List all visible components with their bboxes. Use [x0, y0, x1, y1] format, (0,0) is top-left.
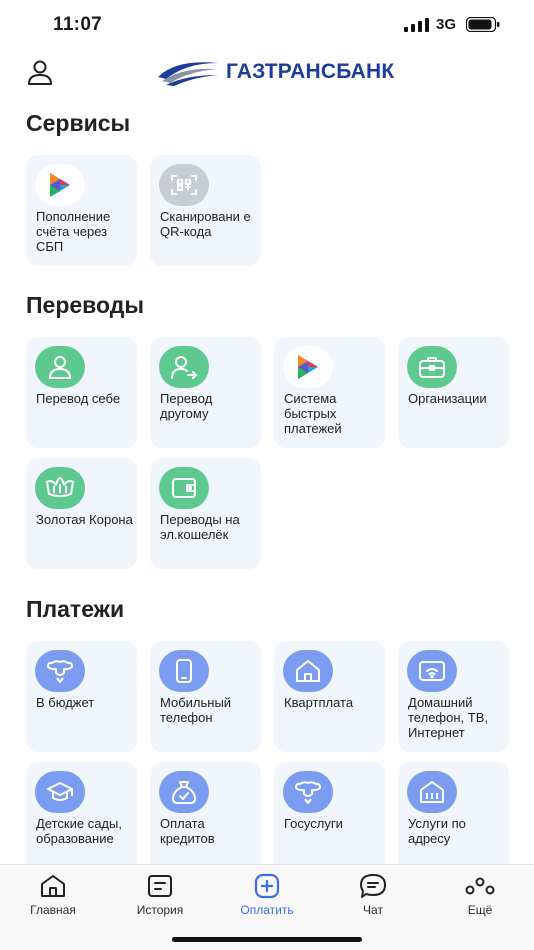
service-tile-sbp-topup[interactable]: Пополнение счёта через СБП — [26, 155, 137, 266]
status-time: 11:07 — [53, 14, 103, 35]
tile-label: Домашний телефон, ТВ, Интернет — [408, 695, 488, 740]
tab-pay[interactable]: Оплатить — [222, 873, 312, 917]
tab-history[interactable]: История — [115, 873, 205, 917]
payment-tile-rent[interactable]: Квартплата — [274, 641, 385, 752]
crown-icon — [35, 467, 85, 509]
router-icon — [407, 650, 457, 692]
tile-label: Мобильный телефон — [160, 695, 232, 725]
tile-label: В бюджет — [36, 695, 95, 710]
status-bar: 11:07 3G — [0, 0, 534, 50]
payment-tile-mobile[interactable]: Мобильный телефон — [150, 641, 261, 752]
sbp-icon — [283, 346, 333, 388]
tile-label: Переводы на эл.кошелёк — [160, 512, 240, 542]
transfer-tile-organizations[interactable]: Организации — [398, 337, 509, 448]
chat-icon — [360, 874, 386, 898]
tile-label: Детские сады, образование — [36, 816, 122, 846]
briefcase-icon — [407, 346, 457, 388]
payment-tile-budget[interactable]: В бюджет — [26, 641, 137, 752]
service-tile-qr-scan[interactable]: Сканировани е QR-кода — [150, 155, 261, 266]
sbp-icon — [35, 164, 85, 206]
tile-label: Госуслуги — [284, 816, 343, 831]
tile-label: Сканировани е QR-кода — [160, 209, 251, 239]
network-type: 3G — [436, 16, 457, 33]
logo-swoosh-icon — [158, 62, 218, 86]
tile-label: Перевод другому — [160, 391, 213, 421]
plus-square-icon — [254, 873, 280, 899]
money-bag-icon — [159, 771, 209, 813]
tile-label: Услуги по адресу — [408, 816, 466, 846]
tile-label: Система быстрых платежей — [284, 391, 342, 436]
logo-text: ГАЗТРАНСБАНК — [226, 60, 395, 83]
tab-label: Оплатить — [240, 903, 294, 917]
tab-label: Чат — [363, 903, 383, 917]
tab-label: Ещё — [467, 903, 493, 917]
graduation-cap-icon — [35, 771, 85, 813]
battery-icon — [466, 17, 500, 32]
qr-scan-icon — [159, 164, 209, 206]
tab-home[interactable]: Главная — [8, 873, 98, 917]
tile-label: Квартплата — [284, 695, 354, 710]
payments-title: Платежи — [26, 596, 125, 622]
tile-label: Пополнение счёта через СБП — [36, 209, 111, 254]
payment-tile-gosuslugi[interactable]: Госуслуги — [274, 762, 385, 873]
person-icon — [35, 346, 85, 388]
history-icon — [148, 875, 172, 897]
transfer-tile-zolotaya-korona[interactable]: Золотая Корона — [26, 458, 137, 569]
building-icon — [407, 771, 457, 813]
profile-icon[interactable] — [26, 58, 54, 86]
house-icon — [283, 650, 333, 692]
payment-tile-kindergarten-education[interactable]: Детские сады, образование — [26, 762, 137, 873]
wallet-icon — [159, 467, 209, 509]
tile-label: Золотая Корона — [36, 512, 133, 527]
services-title: Сервисы — [26, 110, 131, 136]
payment-tile-address-services[interactable]: Услуги по адресу — [398, 762, 509, 873]
app-header: ГАЗТРАНСБАНК — [0, 50, 534, 94]
bank-logo: ГАЗТРАНСБАНК — [156, 56, 394, 88]
phone-icon — [159, 650, 209, 692]
transfer-tile-other[interactable]: Перевод другому — [150, 337, 261, 448]
transfers-title: Переводы — [26, 292, 144, 318]
tile-label: Оплата кредитов — [160, 816, 215, 846]
transfer-tile-e-wallet[interactable]: Переводы на эл.кошелёк — [150, 458, 261, 569]
signal-icon — [404, 18, 429, 32]
tile-label: Организации — [408, 391, 487, 406]
person-arrow-icon — [159, 346, 209, 388]
home-indicator — [172, 937, 362, 942]
more-icon — [465, 877, 495, 895]
transfer-tile-sbp[interactable]: Система быстрых платежей — [274, 337, 385, 448]
tab-label: История — [136, 903, 184, 917]
tile-label: Перевод себе — [36, 391, 121, 406]
home-icon — [41, 875, 65, 897]
tab-chat[interactable]: Чат — [328, 873, 418, 917]
emblem-icon — [35, 650, 85, 692]
tab-more[interactable]: Ещё — [435, 873, 525, 917]
emblem-icon — [283, 771, 333, 813]
transfer-tile-self[interactable]: Перевод себе — [26, 337, 137, 448]
tab-label: Главная — [30, 903, 76, 917]
payment-tile-home-phone-tv-internet[interactable]: Домашний телефон, ТВ, Интернет — [398, 641, 509, 752]
payment-tile-loans[interactable]: Оплата кредитов — [150, 762, 261, 873]
